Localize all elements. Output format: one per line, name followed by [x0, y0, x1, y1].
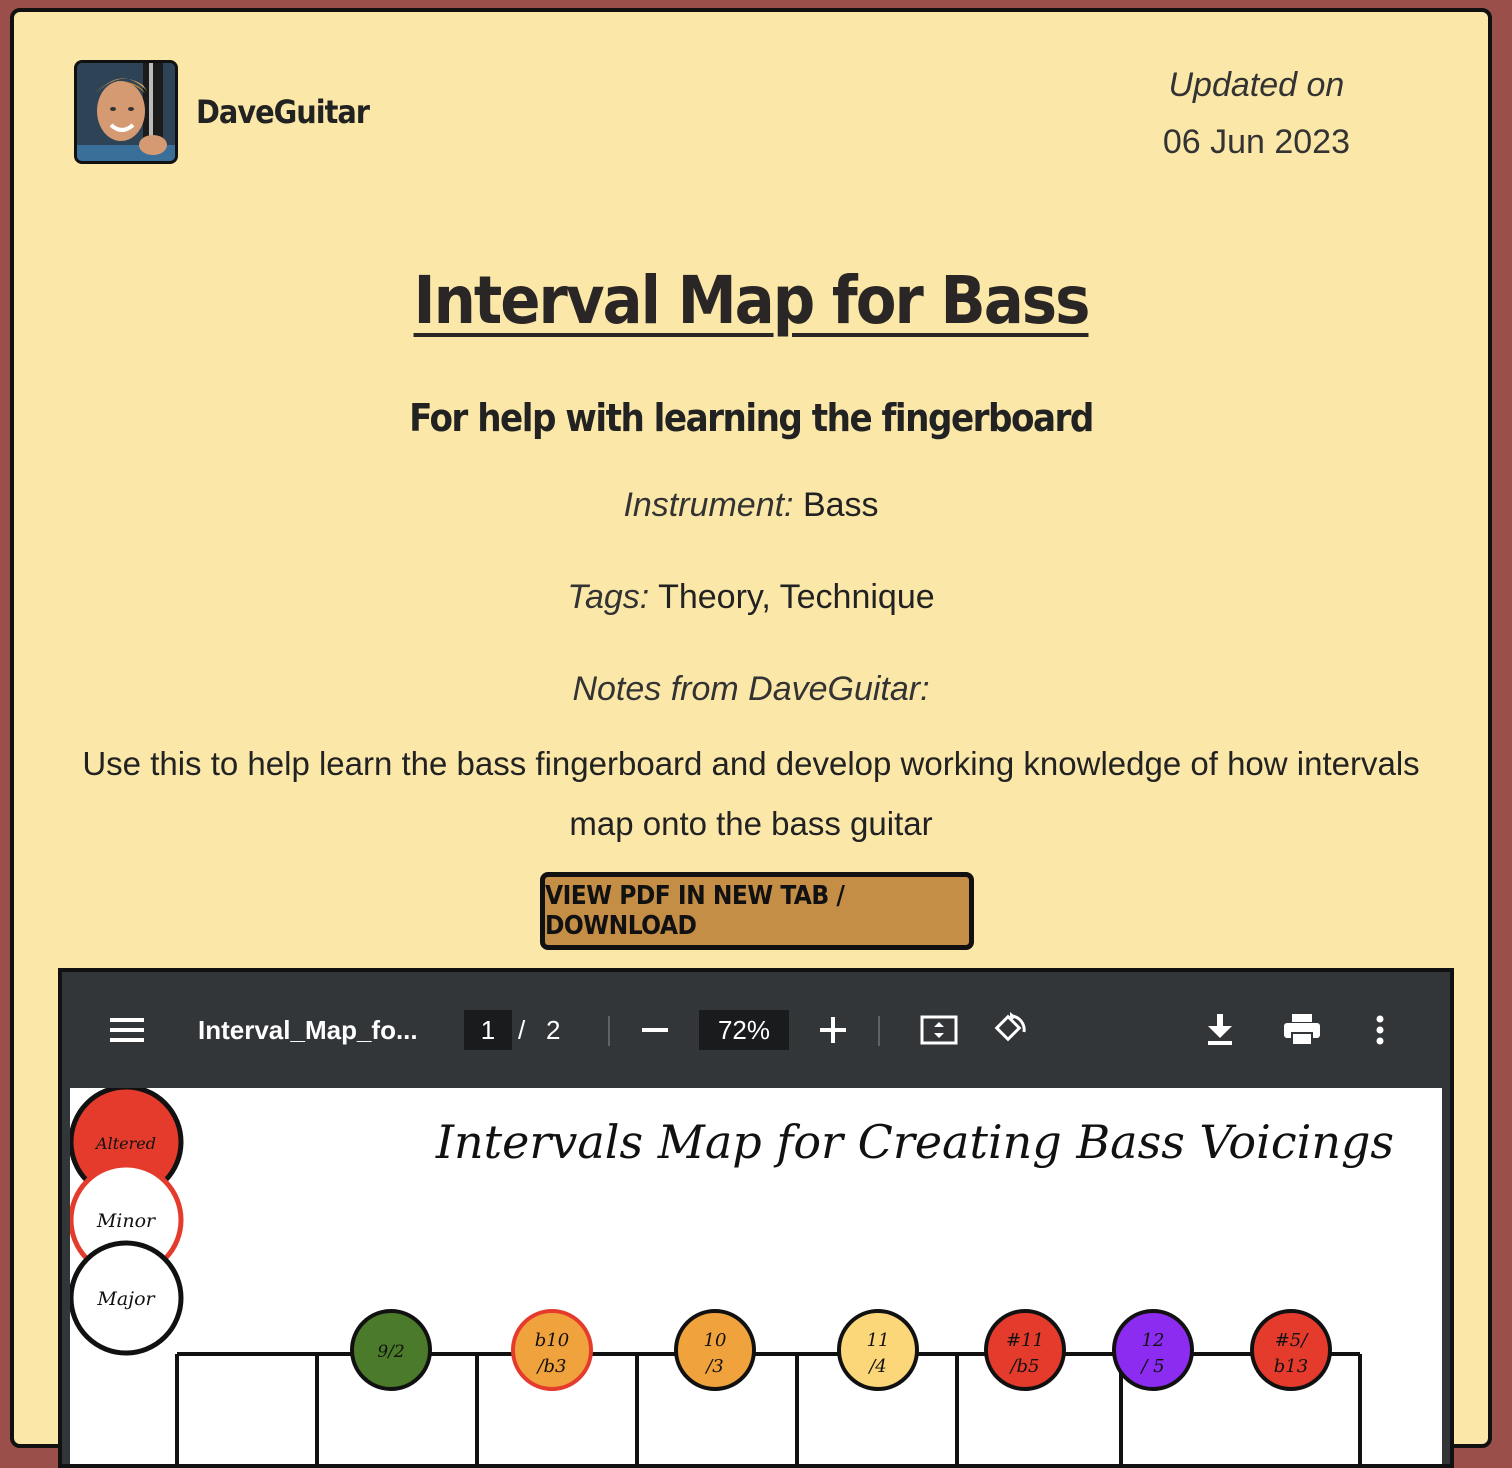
interval-label: 9/2 [377, 1342, 404, 1362]
instrument-value: Bass [802, 486, 879, 524]
zoom-input-wrap[interactable]: 72% [699, 972, 789, 1088]
zoom-in-icon[interactable] [820, 972, 846, 1088]
interval-label-top: 12 [1142, 1330, 1165, 1351]
download-icon[interactable] [1206, 972, 1234, 1088]
pdf-toolbar: Interval_Map_fo... 1 / 2 72% [62, 972, 1450, 1088]
page-number-input-wrap[interactable]: 1 [464, 972, 512, 1088]
toolbar-divider [878, 1016, 880, 1046]
updated-date: 06 Jun 2023 [1162, 123, 1350, 161]
pdf-page-canvas: Intervals Map for Creating Bass Voicings… [70, 1088, 1394, 1464]
author-avatar[interactable] [74, 60, 178, 164]
notes-label: Notes from DaveGuitar: [572, 670, 930, 708]
interval-label-top: b10 [535, 1330, 569, 1351]
interval-label-bottom: /b5 [1008, 1356, 1039, 1377]
content-card: DaveGuitar Updated on 06 Jun 2023 Interv… [10, 8, 1492, 1468]
legend-label: Major [96, 1288, 156, 1310]
interval-label-top: #5/ [1275, 1330, 1310, 1351]
updated-info: Updated on 06 Jun 2023 [1163, 66, 1350, 162]
updated-label: Updated on [1168, 66, 1345, 104]
legend-label: Altered [94, 1134, 156, 1153]
notes-row: Notes from DaveGuitar: [14, 670, 1488, 709]
fit-page-icon[interactable] [920, 972, 958, 1088]
interval-marker: #11/b5 [984, 1309, 1066, 1391]
pdf-page: Intervals Map for Creating Bass Voicings… [70, 1088, 1442, 1464]
total-pages: 2 [546, 1014, 561, 1045]
interval-label-top: 10 [704, 1330, 727, 1351]
page-number-input[interactable]: 1 [464, 1010, 512, 1050]
interval-marker: 11/4 [837, 1309, 919, 1391]
interval-marker: 10/3 [674, 1309, 756, 1391]
instrument-label: Instrument: [623, 486, 794, 524]
author-name[interactable]: DaveGuitar [196, 93, 370, 131]
interval-label-bottom: / 5 [1139, 1356, 1164, 1377]
menu-icon[interactable] [110, 972, 146, 1088]
interval-label-bottom: /4 [867, 1356, 887, 1377]
notes-text: Use this to help learn the bass fingerbo… [82, 745, 1420, 842]
instrument-row: Instrument: Bass [14, 486, 1488, 525]
interval-marker: 9/2 [350, 1309, 432, 1391]
pdf-heading: Intervals Map for Creating Bass Voicings [435, 1115, 1394, 1169]
legend-item-major: Major [70, 1240, 184, 1356]
interval-label-bottom: b13 [1274, 1356, 1308, 1377]
page-subtitle: For help with learning the fingerboard [409, 396, 1094, 440]
pdf-viewer: Interval_Map_fo... 1 / 2 72% Intervals M… [58, 968, 1454, 1468]
author-block[interactable]: DaveGuitar [74, 60, 370, 164]
tags-value: Theory, Technique [658, 578, 935, 616]
more-options-icon[interactable] [1376, 972, 1384, 1088]
tags-row: Tags: Theory, Technique [14, 578, 1488, 617]
page-title: Interval Map for Bass [413, 262, 1091, 339]
legend-label: Minor [96, 1210, 157, 1232]
interval-label-top: #11 [1006, 1330, 1044, 1351]
interval-label-bottom: /3 [704, 1356, 724, 1377]
interval-marker: b10/b3 [511, 1309, 593, 1391]
zoom-input[interactable]: 72% [699, 1010, 789, 1050]
print-icon[interactable] [1284, 972, 1320, 1088]
tags-label: Tags: [567, 578, 650, 616]
interval-label-top: 11 [867, 1330, 890, 1351]
interval-markers: 9/2b10/b310/311/4#11/b512/ 5#5/b13 [350, 1309, 1332, 1391]
interval-label-bottom: /b3 [535, 1356, 566, 1377]
zoom-out-icon[interactable] [642, 972, 668, 1088]
interval-marker: #5/b13 [1250, 1309, 1332, 1391]
page-separator: / [518, 1014, 526, 1045]
pdf-filename: Interval_Map_fo... [198, 1014, 418, 1045]
toolbar-divider [608, 1016, 610, 1046]
view-pdf-button[interactable]: VIEW PDF IN NEW TAB / DOWNLOAD [540, 872, 974, 950]
rotate-icon[interactable] [992, 972, 1028, 1088]
interval-legend: Altered Minor Major [70, 1088, 184, 1356]
interval-marker: 12/ 5 [1112, 1309, 1194, 1391]
